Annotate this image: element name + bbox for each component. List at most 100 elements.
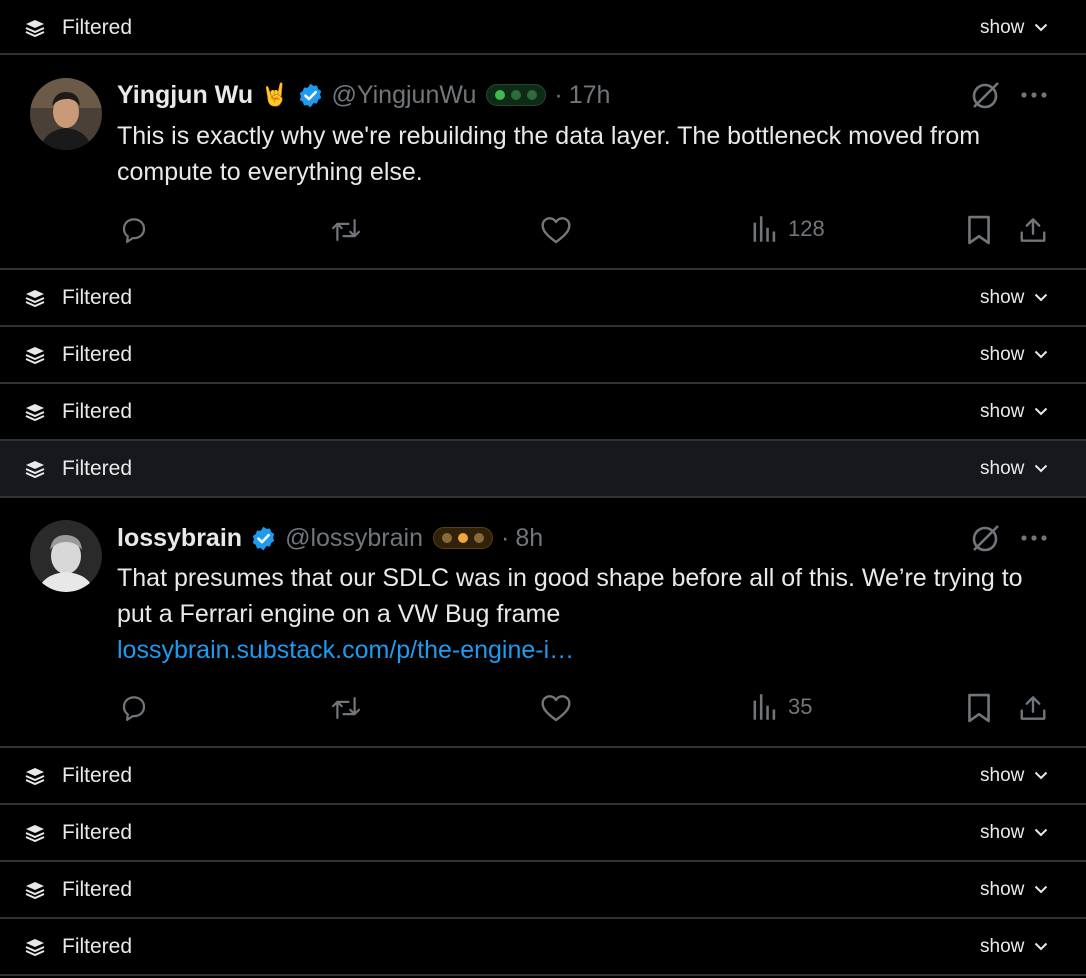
filtered-row: Filtered show [0,0,1086,55]
timestamp[interactable]: 17h [569,81,611,110]
stack-icon [25,882,45,900]
filtered-label: Filtered [62,15,133,39]
tweet-body: This is exactly why we're rebuilding the… [117,122,981,186]
filtered-row: Filtered show [0,441,1086,496]
stack-icon [25,347,45,365]
tweet-header: lossybrain @lossybrain · 8h [117,520,543,556]
views-icon [753,694,776,720]
tweet[interactable]: lossybrain @lossybrain · 8h That presume… [0,498,1086,746]
show-button[interactable]: show [980,287,1048,309]
status-badge [486,84,547,106]
chevron-down-icon [1035,464,1048,473]
views-count[interactable]: 128 [752,215,825,243]
filtered-label: Filtered [62,820,133,844]
stack-icon [25,939,45,957]
filtered-row: Filtered show [0,748,1086,803]
verified-badge-icon [252,526,275,550]
show-label: show [980,821,1025,843]
stack-icon [25,461,45,479]
filtered-row: Filtered show [0,270,1086,325]
retweet-icon[interactable] [330,215,362,245]
status-badge [433,527,493,549]
tweet-link[interactable]: lossybrain.substack.com/p/the-engine-i… [117,632,1047,668]
chevron-down-icon [1035,828,1048,837]
filtered-label: Filtered [62,399,133,423]
reply-icon[interactable] [119,693,149,723]
author-name[interactable]: Yingjun Wu [117,81,253,110]
verified-badge-icon [299,83,321,107]
like-icon[interactable] [540,215,572,245]
show-button[interactable]: show [980,344,1048,366]
retweet-icon[interactable] [330,693,362,723]
tweet-header: Yingjun Wu 🤘 @YingjunWu · 17h [117,77,610,113]
rock-on-emoji: 🤘 [261,82,289,107]
stack-icon [25,825,45,843]
filtered-row: Filtered show [0,327,1086,382]
stack-icon [25,290,45,308]
more-icon[interactable] [1019,534,1049,542]
show-button[interactable]: show [980,458,1048,480]
filtered-row: Filtered show [0,384,1086,439]
show-button[interactable]: show [980,879,1048,901]
show-label: show [980,935,1025,957]
chevron-down-icon [1035,23,1048,32]
tweet-text: This is exactly why we're rebuilding the… [117,118,1047,190]
views-icon [753,216,776,242]
timestamp[interactable]: 8h [515,524,543,553]
chevron-down-icon [1035,350,1048,359]
show-label: show [980,878,1025,900]
tweet-body: That presumes that our SDLC was in good … [117,564,1023,628]
show-label: show [980,286,1025,308]
show-button[interactable]: show [980,401,1048,423]
show-button[interactable]: show [980,17,1048,39]
bookmark-icon[interactable] [966,693,992,723]
show-button[interactable]: show [980,936,1048,958]
grok-icon[interactable] [970,79,1002,111]
divider [0,974,1086,976]
tweet[interactable]: Yingjun Wu 🤘 @YingjunWu · 17h This is ex… [0,55,1086,268]
avatar[interactable] [30,78,102,150]
chevron-down-icon [1035,885,1048,894]
views-value: 128 [788,216,825,241]
show-button[interactable]: show [980,822,1048,844]
views-value: 35 [788,694,813,719]
avatar[interactable] [30,520,102,592]
timeline-feed: Filtered show Yingjun Wu 🤘 @YingjunWu · … [0,0,1086,978]
show-label: show [980,764,1025,786]
filtered-row: Filtered show [0,919,1086,974]
filtered-row: Filtered show [0,862,1086,917]
bookmark-icon[interactable] [966,215,992,245]
chevron-down-icon [1035,407,1048,416]
views-count[interactable]: 35 [752,693,812,721]
stack-icon [25,404,45,422]
filtered-label: Filtered [62,342,133,366]
filtered-row: Filtered show [0,805,1086,860]
show-button[interactable]: show [980,765,1048,787]
author-handle[interactable]: @lossybrain [285,524,423,553]
stack-icon [25,20,45,38]
filtered-label: Filtered [62,763,133,787]
author-name[interactable]: lossybrain [117,524,242,553]
chevron-down-icon [1035,942,1048,951]
like-icon[interactable] [540,693,572,723]
chevron-down-icon [1035,293,1048,302]
share-icon[interactable] [1018,693,1048,723]
show-label: show [980,457,1025,479]
reply-icon[interactable] [119,215,149,245]
author-handle[interactable]: @YingjunWu [332,81,477,110]
show-label: show [980,343,1025,365]
grok-icon[interactable] [970,522,1002,554]
filtered-label: Filtered [62,285,133,309]
chevron-down-icon [1035,771,1048,780]
separator: · [554,80,563,109]
separator: · [501,523,510,552]
show-label: show [980,400,1025,422]
stack-icon [25,768,45,786]
filtered-label: Filtered [62,934,133,958]
more-icon[interactable] [1019,91,1049,99]
filtered-label: Filtered [62,877,133,901]
share-icon[interactable] [1018,215,1048,245]
show-label: show [980,16,1025,38]
filtered-label: Filtered [62,456,133,480]
tweet-text: That presumes that our SDLC was in good … [117,560,1047,668]
